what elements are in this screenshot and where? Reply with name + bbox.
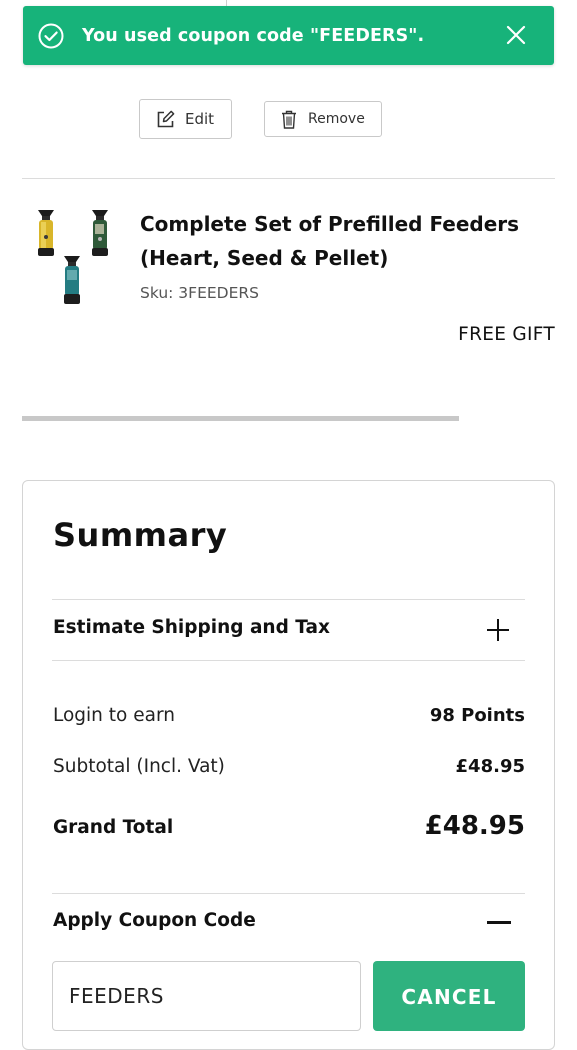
remove-button[interactable]: Remove xyxy=(264,101,382,137)
minus-icon[interactable] xyxy=(487,921,511,924)
coupon-toast: You used coupon code "FEEDERS". xyxy=(23,6,554,65)
cancel-coupon-button[interactable]: CANCEL xyxy=(373,961,525,1031)
summary-divider-top xyxy=(52,599,525,600)
item-divider xyxy=(22,178,555,179)
grand-total-value: £48.95 xyxy=(424,811,525,841)
summary-divider-mid xyxy=(52,660,525,661)
product-price: FREE GIFT xyxy=(458,324,555,345)
points-value: 98 Points xyxy=(429,705,525,726)
coupon-divider xyxy=(52,893,525,894)
subtotal-value: £48.95 xyxy=(455,756,525,777)
grand-total-label: Grand Total xyxy=(53,817,174,838)
horizontal-scrollbar[interactable] xyxy=(22,416,459,421)
edit-label: Edit xyxy=(185,110,215,128)
edit-icon xyxy=(157,110,175,127)
edit-button[interactable]: Edit xyxy=(139,99,232,139)
product-title[interactable]: Complete Set of Prefilled Feeders (Heart… xyxy=(140,207,540,275)
summary-title: Summary xyxy=(53,516,228,554)
product-image[interactable] xyxy=(28,204,116,310)
product-title-line2: (Heart, Seed & Pellet) xyxy=(140,246,389,270)
trash-icon xyxy=(282,110,296,129)
check-circle-icon xyxy=(38,23,64,48)
points-label: Login to earn xyxy=(53,705,175,726)
coupon-code-input[interactable] xyxy=(52,961,361,1031)
toast-message: You used coupon code "FEEDERS". xyxy=(82,25,425,46)
product-sku: Sku: 3FEEDERS xyxy=(140,284,260,302)
product-title-line1: Complete Set of Prefilled Feeders xyxy=(140,212,520,236)
close-icon[interactable] xyxy=(504,23,528,47)
plus-icon[interactable] xyxy=(486,618,510,642)
subtotal-label: Subtotal (Incl. Vat) xyxy=(53,756,225,777)
coupon-toggle[interactable]: Apply Coupon Code xyxy=(53,910,256,931)
estimate-shipping-toggle[interactable]: Estimate Shipping and Tax xyxy=(53,617,330,638)
remove-label: Remove xyxy=(308,111,365,127)
